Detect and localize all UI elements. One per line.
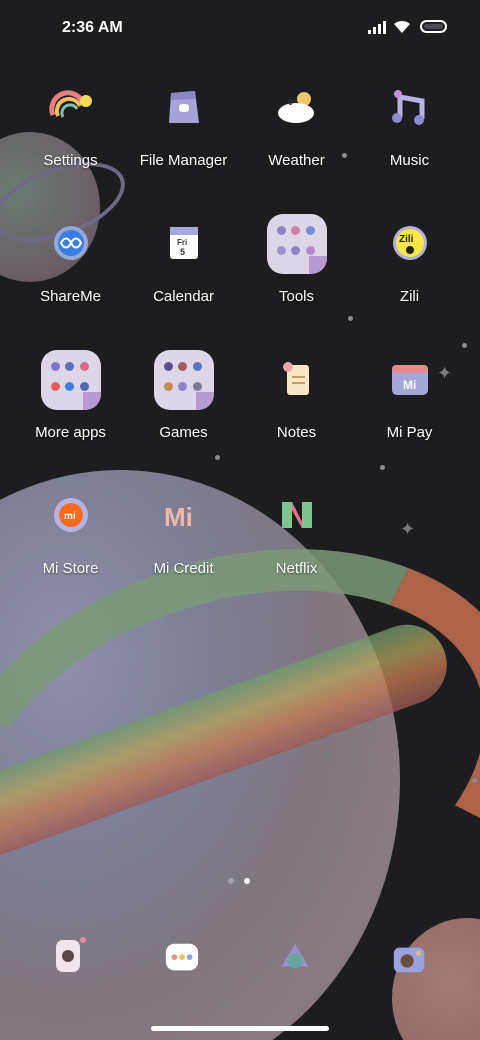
app-calendar[interactable]: Fri 5 Calendar: [127, 214, 240, 324]
app-label: Mi Credit: [153, 560, 214, 577]
svg-text:Mi: Mi: [403, 378, 416, 392]
app-label: Music: [389, 152, 430, 169]
app-netflix[interactable]: N Netflix: [240, 486, 353, 596]
app-mi-store[interactable]: mi Mi Store: [14, 486, 127, 596]
app-label: Mi Pay: [386, 424, 433, 441]
app-label: Tools: [278, 288, 315, 305]
page-dot-active[interactable]: [244, 878, 250, 884]
svg-text:N: N: [278, 498, 279, 499]
app-label: Calendar: [153, 288, 214, 305]
app-tools-folder[interactable]: Tools: [240, 214, 353, 324]
netflix-icon: N: [270, 488, 324, 542]
app-weather[interactable]: 0° Weather: [240, 78, 353, 188]
app-label: Games: [159, 424, 208, 441]
folder-icon: [40, 350, 101, 410]
mi-credit-icon: Mi: [157, 488, 211, 542]
app-mi-pay[interactable]: Mi Mi Pay: [353, 350, 466, 460]
page-indicator: [228, 878, 250, 884]
app-label: Notes: [276, 424, 317, 441]
dock: [0, 934, 480, 984]
app-music[interactable]: Music: [353, 78, 466, 188]
app-label: Settings: [43, 152, 98, 169]
status-time: 2:36 AM: [62, 19, 123, 36]
app-notes[interactable]: Notes: [240, 350, 353, 460]
svg-text:0°: 0°: [288, 97, 297, 107]
home-indicator[interactable]: [151, 1026, 329, 1031]
svg-text:Fri: Fri: [177, 238, 187, 247]
battery-icon: [420, 20, 447, 33]
app-games-folder[interactable]: Games: [127, 350, 240, 460]
app-zili[interactable]: Zili Zili: [353, 214, 466, 324]
music-note-icon: [383, 80, 437, 134]
star-dot: [462, 343, 467, 348]
app-label: Weather: [268, 152, 325, 169]
folder-bag-icon: [157, 80, 211, 134]
wallet-icon: Mi: [383, 352, 437, 406]
app-more-apps-folder[interactable]: More apps: [14, 350, 127, 460]
star-dot: [380, 465, 385, 470]
svg-text:Mi: Mi: [164, 502, 193, 532]
sun-cloud-icon: 0°: [270, 80, 324, 134]
app-settings[interactable]: Settings: [14, 78, 127, 188]
phone-doll-icon[interactable]: [50, 934, 88, 976]
app-shareme[interactable]: ShareMe: [14, 214, 127, 324]
folder-icon: [153, 350, 214, 410]
app-label: More apps: [35, 424, 106, 441]
infinity-icon: [44, 216, 98, 270]
status-bar: 2:36 AM: [0, 0, 480, 56]
signal-icon: [368, 20, 388, 34]
wifi-icon: [394, 20, 410, 33]
browser-icon[interactable]: [276, 938, 314, 980]
svg-text:mi: mi: [64, 511, 76, 522]
app-label: Zili: [399, 288, 420, 305]
notes-icon: [270, 352, 324, 406]
app-file-manager[interactable]: File Manager: [127, 78, 240, 188]
folder-icon: [266, 214, 327, 274]
calendar-icon: Fri 5: [157, 216, 211, 270]
page-dot[interactable]: [228, 878, 234, 884]
app-label: Mi Store: [42, 560, 99, 577]
rainbow-icon: [44, 80, 98, 134]
sparkle-icon: ✦: [320, 744, 336, 764]
app-label: File Manager: [139, 152, 228, 169]
star-dot: [472, 778, 477, 783]
app-label: Netflix: [275, 560, 318, 577]
svg-text:5: 5: [180, 247, 185, 257]
sparkle-icon: ✦: [400, 519, 416, 539]
message-bubble-icon[interactable]: [163, 938, 201, 980]
app-label: ShareMe: [40, 288, 101, 305]
camera-icon[interactable]: [390, 938, 428, 980]
zili-icon: Zili: [383, 216, 437, 270]
mi-store-icon: mi: [44, 488, 98, 542]
svg-text:Zili: Zili: [399, 234, 414, 245]
app-mi-credit[interactable]: Mi Mi Credit: [127, 486, 240, 596]
